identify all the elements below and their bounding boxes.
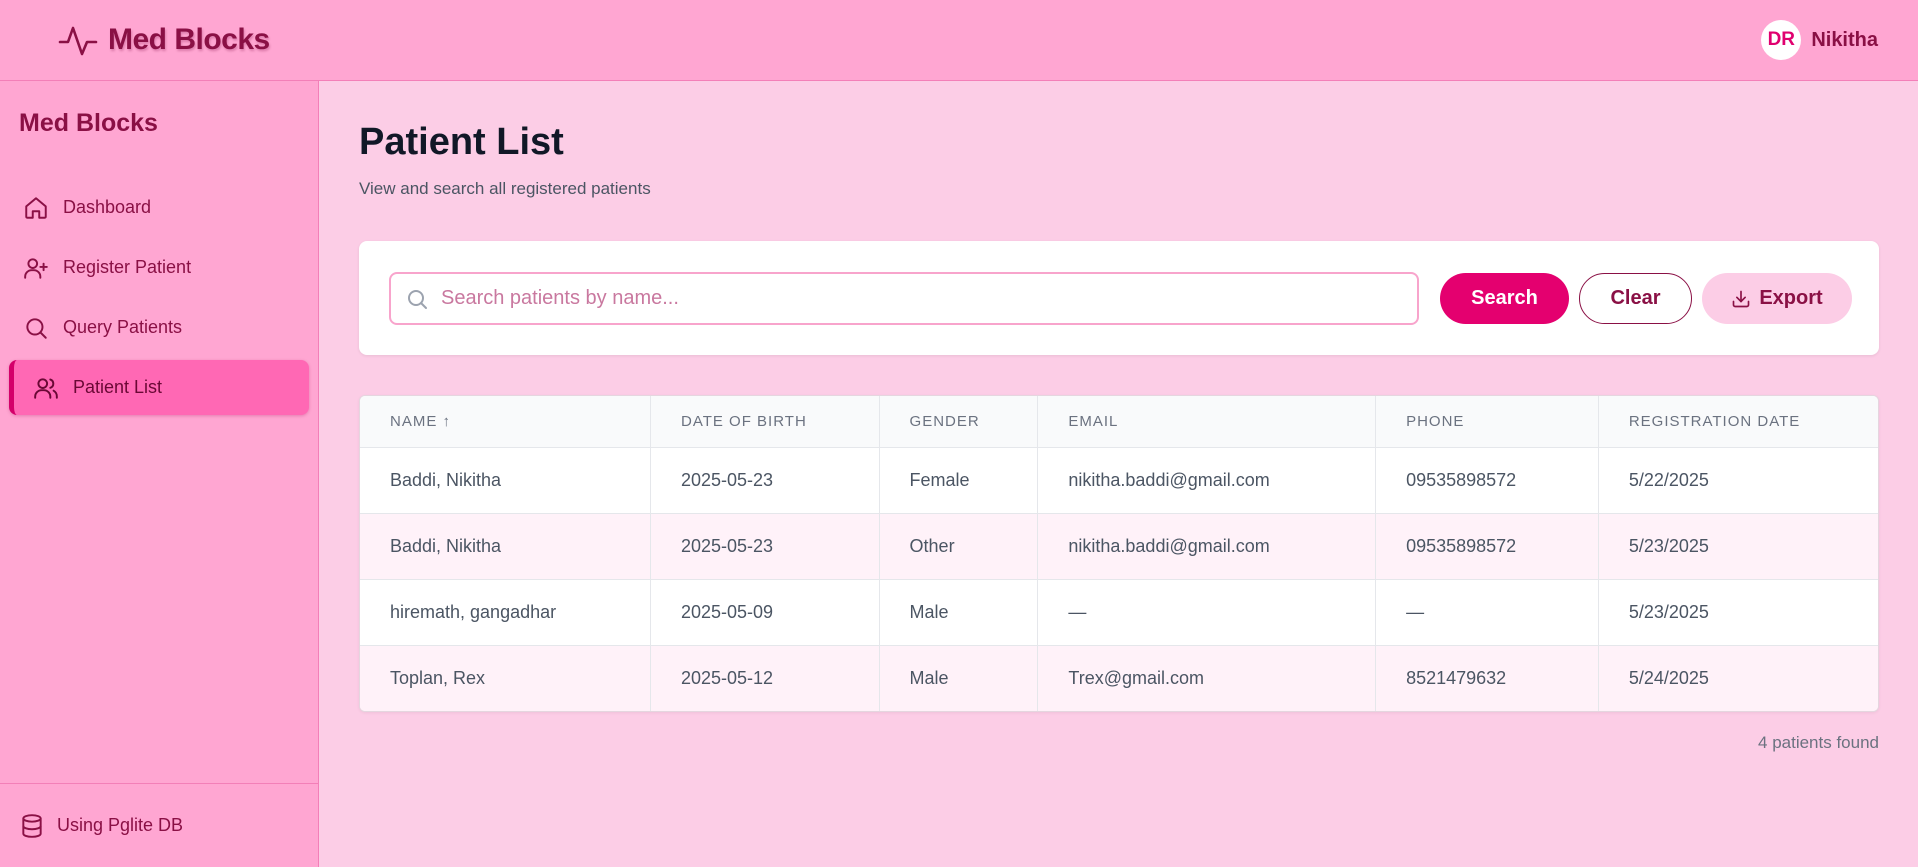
cell-email: Trex@gmail.com (1037, 644, 1376, 711)
cell-name: Toplan, Rex (360, 644, 651, 711)
cell-email: nikitha.baddi@gmail.com (1037, 512, 1376, 579)
cell-email: nikitha.baddi@gmail.com (1037, 446, 1376, 513)
sidebar-item-label: Patient List (73, 377, 163, 397)
cell-registration-date: 5/23/2025 (1597, 512, 1878, 579)
cell-gender: Female (878, 446, 1038, 513)
table-row[interactable]: Baddi, Nikitha 2025-05-23 Female nikitha… (360, 446, 1878, 513)
column-header-dob[interactable]: DATE OF BIRTH (649, 396, 880, 448)
table-header-row: NAME ↑ DATE OF BIRTH GENDER EMAIL PHONE … (360, 396, 1878, 448)
export-button[interactable]: Export (1702, 273, 1852, 324)
cell-name: Baddi, Nikitha (360, 446, 651, 513)
db-status-label: Using Pglite DB (57, 815, 184, 835)
brand[interactable]: Med Blocks (58, 20, 270, 60)
cell-phone: — (1375, 578, 1599, 645)
search-icon (408, 289, 427, 309)
cell-name: Baddi, Nikitha (360, 512, 651, 579)
search-input[interactable] (441, 274, 1417, 323)
cell-phone: 8521479632 (1375, 644, 1599, 711)
search-card: Search Clear Export (359, 241, 1879, 355)
export-label: Export (1759, 287, 1823, 309)
cell-name: hiremath, gangadhar (360, 578, 651, 645)
result-count: 4 patients found (1758, 733, 1879, 752)
cell-registration-date: 5/23/2025 (1597, 578, 1878, 645)
sidebar-item-label: Register Patient (63, 257, 192, 277)
top-bar: Med Blocks DR Nikitha (0, 0, 1918, 81)
column-header-phone[interactable]: PHONE (1375, 396, 1599, 448)
user-menu[interactable]: DR Nikitha (1761, 20, 1878, 60)
column-header-gender[interactable]: GENDER (878, 396, 1038, 448)
search-icon (26, 317, 47, 339)
cell-phone: 09535898572 (1375, 512, 1599, 579)
search-button[interactable]: Search (1440, 273, 1569, 324)
table-row[interactable]: Toplan, Rex 2025-05-12 Male Trex@gmail.c… (360, 644, 1878, 711)
search-box[interactable] (389, 272, 1419, 325)
users-icon (34, 377, 58, 399)
home-icon (25, 196, 47, 219)
table-row[interactable]: Baddi, Nikitha 2025-05-23 Other nikitha.… (360, 512, 1878, 579)
cell-registration-date: 5/24/2025 (1597, 644, 1878, 711)
table-row[interactable]: hiremath, gangadhar 2025-05-09 Male — — … (360, 578, 1878, 645)
database-icon (22, 813, 42, 838)
sidebar-item-label: Query Patients (63, 317, 183, 337)
cell-gender: Male (878, 578, 1038, 645)
cell-dob: 2025-05-23 (649, 446, 880, 513)
cell-registration-date: 5/22/2025 (1597, 446, 1878, 513)
sidebar: Med Blocks Dashboard Register Patient Qu… (0, 81, 319, 867)
db-status: Using Pglite DB (0, 783, 319, 867)
page-subtitle: View and search all registered patients (359, 179, 651, 198)
user-name: Nikitha (1811, 28, 1878, 51)
cell-phone: 09535898572 (1375, 446, 1599, 513)
sidebar-nav: Dashboard Register Patient Query Patient… (9, 180, 309, 420)
avatar[interactable]: DR (1761, 20, 1802, 60)
sidebar-item-label: Dashboard (63, 197, 152, 217)
column-header-name[interactable]: NAME ↑ (360, 396, 651, 448)
cell-gender: Male (878, 644, 1038, 711)
sidebar-item-query-patients[interactable]: Query Patients (9, 300, 309, 355)
sidebar-item-register-patient[interactable]: Register Patient (9, 240, 309, 295)
pulse-icon (58, 26, 98, 56)
cell-email: — (1037, 578, 1376, 645)
page-title: Patient List (359, 121, 564, 163)
sidebar-item-dashboard[interactable]: Dashboard (9, 180, 309, 235)
download-icon (1732, 290, 1750, 307)
clear-button[interactable]: Clear (1579, 273, 1692, 324)
column-header-registration-date[interactable]: REGISTRATION DATE (1597, 396, 1878, 448)
sidebar-title: Med Blocks (19, 109, 158, 137)
cell-dob: 2025-05-12 (649, 644, 880, 711)
cell-gender: Other (878, 512, 1038, 579)
patient-table: NAME ↑ DATE OF BIRTH GENDER EMAIL PHONE … (359, 395, 1879, 712)
cell-dob: 2025-05-09 (649, 578, 880, 645)
user-plus-icon (24, 257, 48, 279)
column-header-email[interactable]: EMAIL (1037, 396, 1376, 448)
brand-name: Med Blocks (108, 23, 270, 56)
cell-dob: 2025-05-23 (649, 512, 880, 579)
sidebar-item-patient-list[interactable]: Patient List (9, 360, 309, 415)
